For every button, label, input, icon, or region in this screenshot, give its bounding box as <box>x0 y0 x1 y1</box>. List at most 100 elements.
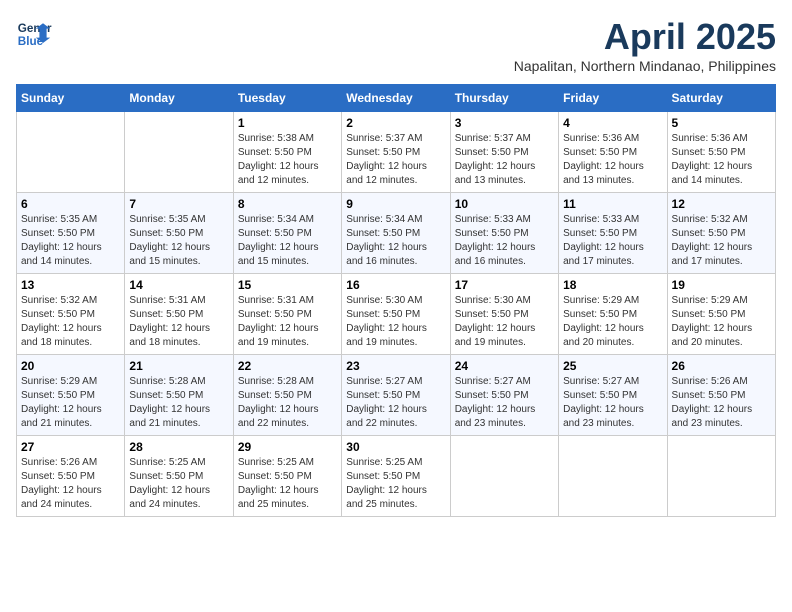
calendar-cell: 13Sunrise: 5:32 AMSunset: 5:50 PMDayligh… <box>17 274 125 355</box>
calendar-cell: 10 Sunrise: 5:33 AMSunset: 5:50 PMDayligh… <box>450 193 558 274</box>
weekday-header: Thursday <box>450 85 558 112</box>
month-title: April 2025 <box>514 16 776 58</box>
weekday-header: Wednesday <box>342 85 450 112</box>
weekday-header: Friday <box>559 85 667 112</box>
day-number: 1 <box>238 116 337 130</box>
calendar-cell: 27 Sunrise: 5:26 AMSunset: 5:50 PMDayligh… <box>17 436 125 517</box>
day-number: 12 <box>672 197 771 211</box>
calendar-cell: 7 Sunrise: 5:35 AMSunset: 5:50 PMDaylight… <box>125 193 233 274</box>
calendar-cell <box>450 436 558 517</box>
day-number: 20 <box>21 359 120 373</box>
day-detail: Sunrise: 5:27 AMSunset: 5:50 PMDaylight:… <box>346 375 445 431</box>
logo-icon: General Blue <box>16 16 52 52</box>
day-number: 23 <box>346 359 445 373</box>
title-block: April 2025 Napalitan, Northern Mindanao,… <box>514 16 776 74</box>
calendar-cell: 30 Sunrise: 5:25 AMSunset: 5:50 PMDayligh… <box>342 436 450 517</box>
weekday-header: Sunday <box>17 85 125 112</box>
day-number: 28 <box>129 440 228 454</box>
calendar-week-row: 13Sunrise: 5:32 AMSunset: 5:50 PMDayligh… <box>17 274 776 355</box>
day-detail: Sunrise: 5:31 AMSunset: 5:50 PMDaylight:… <box>129 294 228 350</box>
logo: General Blue <box>16 16 52 52</box>
day-detail: Sunrise: 5:38 AMSunset: 5:50 PMDaylight:… <box>238 132 337 188</box>
day-detail: Sunrise: 5:33 AMSunset: 5:50 PMDaylight:… <box>455 213 554 269</box>
calendar-cell: 14 Sunrise: 5:31 AMSunset: 5:50 PMDayligh… <box>125 274 233 355</box>
day-number: 21 <box>129 359 228 373</box>
day-number: 3 <box>455 116 554 130</box>
calendar-cell: 26 Sunrise: 5:26 AMSunset: 5:50 PMDayligh… <box>667 355 775 436</box>
day-number: 14 <box>129 278 228 292</box>
day-detail: Sunrise: 5:27 AMSunset: 5:50 PMDaylight:… <box>455 375 554 431</box>
calendar-cell: 19Sunrise: 5:29 AMSunset: 5:50 PMDayligh… <box>667 274 775 355</box>
day-number: 27 <box>21 440 120 454</box>
day-detail: Sunrise: 5:35 AMSunset: 5:50 PMDaylight:… <box>129 213 228 269</box>
calendar-cell: 3 Sunrise: 5:37 AMSunset: 5:50 PMDaylight… <box>450 112 558 193</box>
calendar-cell: 15 Sunrise: 5:31 AMSunset: 5:50 PMDayligh… <box>233 274 341 355</box>
day-number: 17 <box>455 278 554 292</box>
day-detail: Sunrise: 5:27 AMSunset: 5:50 PMDaylight:… <box>563 375 662 431</box>
calendar-week-row: 27 Sunrise: 5:26 AMSunset: 5:50 PMDayligh… <box>17 436 776 517</box>
calendar-cell: 28Sunrise: 5:25 AMSunset: 5:50 PMDayligh… <box>125 436 233 517</box>
calendar-cell: 20Sunrise: 5:29 AMSunset: 5:50 PMDayligh… <box>17 355 125 436</box>
day-number: 29 <box>238 440 337 454</box>
day-number: 22 <box>238 359 337 373</box>
calendar-cell: 24 Sunrise: 5:27 AMSunset: 5:50 PMDayligh… <box>450 355 558 436</box>
day-number: 24 <box>455 359 554 373</box>
day-detail: Sunrise: 5:26 AMSunset: 5:50 PMDaylight:… <box>21 456 120 512</box>
weekday-header: Monday <box>125 85 233 112</box>
day-detail: Sunrise: 5:29 AMSunset: 5:50 PMDaylight:… <box>563 294 662 350</box>
calendar-week-row: 6 Sunrise: 5:35 AMSunset: 5:50 PMDaylight… <box>17 193 776 274</box>
day-number: 9 <box>346 197 445 211</box>
calendar-cell: 22 Sunrise: 5:28 AMSunset: 5:50 PMDayligh… <box>233 355 341 436</box>
calendar-week-row: 1 Sunrise: 5:38 AMSunset: 5:50 PMDaylight… <box>17 112 776 193</box>
day-number: 10 <box>455 197 554 211</box>
day-detail: Sunrise: 5:34 AMSunset: 5:50 PMDaylight:… <box>238 213 337 269</box>
calendar-cell <box>667 436 775 517</box>
calendar-cell: 4 Sunrise: 5:36 AMSunset: 5:50 PMDaylight… <box>559 112 667 193</box>
svg-text:General: General <box>18 22 52 35</box>
day-detail: Sunrise: 5:37 AMSunset: 5:50 PMDaylight:… <box>346 132 445 188</box>
day-detail: Sunrise: 5:31 AMSunset: 5:50 PMDaylight:… <box>238 294 337 350</box>
day-detail: Sunrise: 5:36 AMSunset: 5:50 PMDaylight:… <box>563 132 662 188</box>
day-detail: Sunrise: 5:30 AMSunset: 5:50 PMDaylight:… <box>346 294 445 350</box>
day-number: 19 <box>672 278 771 292</box>
calendar-cell <box>17 112 125 193</box>
location-subtitle: Napalitan, Northern Mindanao, Philippine… <box>514 58 776 74</box>
day-number: 5 <box>672 116 771 130</box>
day-detail: Sunrise: 5:33 AMSunset: 5:50 PMDaylight:… <box>563 213 662 269</box>
day-detail: Sunrise: 5:32 AMSunset: 5:50 PMDaylight:… <box>21 294 120 350</box>
calendar-cell: 8 Sunrise: 5:34 AMSunset: 5:50 PMDaylight… <box>233 193 341 274</box>
calendar-cell: 1 Sunrise: 5:38 AMSunset: 5:50 PMDaylight… <box>233 112 341 193</box>
day-number: 7 <box>129 197 228 211</box>
day-number: 8 <box>238 197 337 211</box>
calendar-cell: 11 Sunrise: 5:33 AMSunset: 5:50 PMDayligh… <box>559 193 667 274</box>
day-number: 18 <box>563 278 662 292</box>
calendar-cell <box>559 436 667 517</box>
day-detail: Sunrise: 5:37 AMSunset: 5:50 PMDaylight:… <box>455 132 554 188</box>
day-detail: Sunrise: 5:36 AMSunset: 5:50 PMDaylight:… <box>672 132 771 188</box>
calendar-cell: 29 Sunrise: 5:25 AMSunset: 5:50 PMDayligh… <box>233 436 341 517</box>
day-number: 11 <box>563 197 662 211</box>
calendar-cell: 2 Sunrise: 5:37 AMSunset: 5:50 PMDaylight… <box>342 112 450 193</box>
day-detail: Sunrise: 5:28 AMSunset: 5:50 PMDaylight:… <box>238 375 337 431</box>
calendar-cell: 12Sunrise: 5:32 AMSunset: 5:50 PMDayligh… <box>667 193 775 274</box>
day-number: 26 <box>672 359 771 373</box>
day-number: 30 <box>346 440 445 454</box>
day-detail: Sunrise: 5:25 AMSunset: 5:50 PMDaylight:… <box>346 456 445 512</box>
calendar-cell: 6 Sunrise: 5:35 AMSunset: 5:50 PMDaylight… <box>17 193 125 274</box>
day-number: 4 <box>563 116 662 130</box>
day-detail: Sunrise: 5:35 AMSunset: 5:50 PMDaylight:… <box>21 213 120 269</box>
day-number: 16 <box>346 278 445 292</box>
day-number: 2 <box>346 116 445 130</box>
calendar-cell: 18 Sunrise: 5:29 AMSunset: 5:50 PMDayligh… <box>559 274 667 355</box>
day-detail: Sunrise: 5:26 AMSunset: 5:50 PMDaylight:… <box>672 375 771 431</box>
day-number: 15 <box>238 278 337 292</box>
day-number: 6 <box>21 197 120 211</box>
calendar-cell <box>125 112 233 193</box>
calendar-cell: 17Sunrise: 5:30 AMSunset: 5:50 PMDayligh… <box>450 274 558 355</box>
calendar-cell: 25 Sunrise: 5:27 AMSunset: 5:50 PMDayligh… <box>559 355 667 436</box>
calendar-cell: 9Sunrise: 5:34 AMSunset: 5:50 PMDaylight… <box>342 193 450 274</box>
weekday-header: Tuesday <box>233 85 341 112</box>
page-header: General Blue April 2025 Napalitan, North… <box>16 16 776 74</box>
day-number: 25 <box>563 359 662 373</box>
day-detail: Sunrise: 5:25 AMSunset: 5:50 PMDaylight:… <box>238 456 337 512</box>
